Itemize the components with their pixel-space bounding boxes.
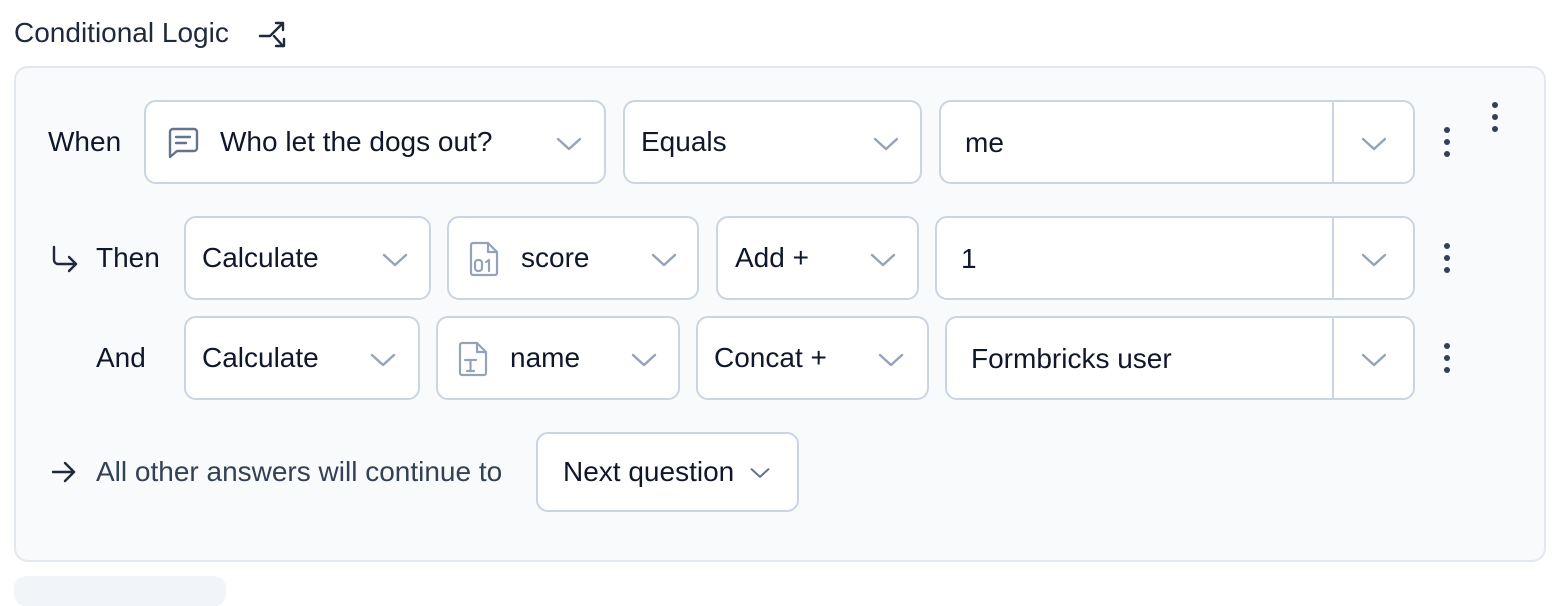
arrow-right-icon [51, 461, 76, 483]
then-variable-select[interactable]: score [447, 216, 699, 300]
then-value-input[interactable]: 1 [961, 243, 977, 275]
message-square-icon [168, 127, 199, 159]
then-options-button[interactable] [1442, 243, 1452, 273]
and-value-combobox[interactable]: Formbricks user [945, 316, 1415, 400]
add-logic-button[interactable] [14, 576, 226, 606]
and-value-input[interactable]: Formbricks user [971, 343, 1172, 375]
value-combobox[interactable]: me [939, 100, 1415, 184]
fallback-label: All other answers will continue to [96, 456, 503, 487]
chevron-down-icon[interactable] [1361, 353, 1387, 367]
question-select-value: Who let the dogs out? [220, 126, 493, 157]
fallback-target-select[interactable]: Next question [536, 432, 799, 512]
and-action-select[interactable]: Calculate [184, 316, 420, 400]
chevron-down-icon [382, 253, 408, 267]
chevron-down-icon [873, 137, 899, 151]
combobox-divider [1332, 318, 1334, 398]
file-digit-icon [469, 241, 499, 277]
then-operator-value: Add + [735, 242, 809, 273]
and-operator-value: Concat + [714, 342, 827, 373]
fallback-target-value: Next question [563, 456, 735, 487]
and-options-button[interactable] [1442, 343, 1452, 373]
then-label: Then [96, 242, 160, 273]
chevron-down-icon [651, 253, 677, 267]
chevron-down-icon [750, 468, 770, 478]
combobox-divider [1332, 218, 1334, 298]
and-operator-select[interactable]: Concat + [696, 316, 929, 400]
corner-down-right-icon [52, 245, 78, 273]
chevron-down-icon [370, 353, 396, 367]
combobox-divider [1332, 102, 1334, 182]
operator-select[interactable]: Equals [623, 100, 922, 184]
section-title: Conditional Logic [14, 17, 229, 48]
then-action-select[interactable]: Calculate [184, 216, 431, 300]
and-label: And [96, 342, 146, 373]
then-operator-select[interactable]: Add + [716, 216, 919, 300]
and-action-value: Calculate [202, 342, 319, 373]
chevron-down-icon [631, 353, 657, 367]
then-value-combobox[interactable]: 1 [935, 216, 1415, 300]
when-label: When [48, 126, 122, 157]
chevron-down-icon[interactable] [1361, 253, 1387, 267]
file-type-icon [458, 341, 488, 377]
operator-select-value: Equals [641, 126, 727, 157]
then-variable-value: score [521, 242, 590, 273]
chevron-down-icon [878, 353, 904, 367]
panel-options-button[interactable] [1490, 102, 1500, 132]
then-action-value: Calculate [202, 242, 319, 273]
condition-options-button[interactable] [1442, 127, 1452, 157]
value-input[interactable]: me [965, 127, 1004, 159]
chevron-down-icon [556, 137, 582, 151]
and-variable-value: name [510, 342, 581, 373]
and-variable-select[interactable]: name [436, 316, 680, 400]
chevron-down-icon[interactable] [1361, 137, 1387, 151]
chevron-down-icon [870, 253, 896, 267]
split-arrow-icon [258, 18, 292, 50]
question-select[interactable]: Who let the dogs out? [144, 100, 606, 184]
